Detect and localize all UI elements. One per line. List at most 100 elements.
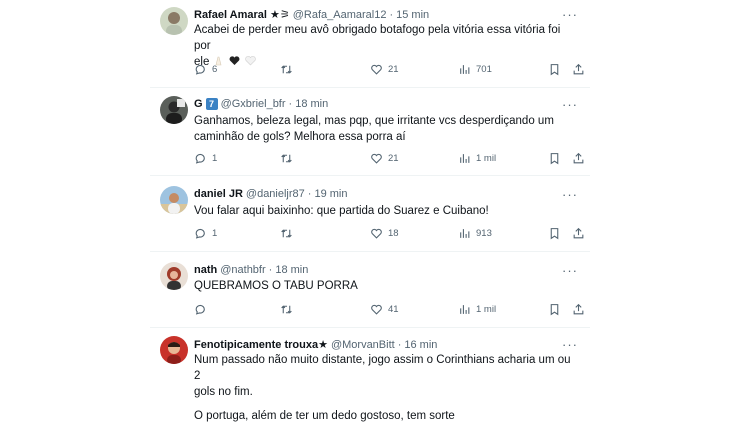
separator-dot: · — [397, 338, 402, 351]
reply-icon — [195, 64, 205, 75]
views-button[interactable]: 913 — [458, 227, 492, 240]
separator-dot: · — [288, 98, 293, 110]
user-handle[interactable]: @Gxbriel_bfr — [221, 98, 286, 110]
share-icon — [573, 152, 584, 164]
user-handle[interactable]: @nathbfr — [220, 264, 265, 276]
reply-button[interactable]: 1 — [194, 227, 217, 240]
retweet-icon — [281, 305, 292, 314]
separator-dot: · — [268, 264, 273, 276]
tweet[interactable]: daniel JR @danieljr87 · 19 min ··· Vou f… — [150, 176, 590, 252]
views-button[interactable]: 1 mil — [458, 152, 496, 165]
tweet-text-line: Ganhamos, beleza legal, mas pqp, que irr… — [194, 115, 554, 127]
timestamp[interactable]: 16 min — [404, 339, 437, 351]
bookmark-button[interactable] — [548, 227, 561, 240]
retweet-icon — [281, 154, 292, 163]
tweet-text: QUEBRAMOS O TABU PORRA — [194, 278, 574, 294]
timestamp[interactable]: 18 min — [295, 98, 328, 110]
tweet-feed: Rafael Amaral ★⚞ @Rafa_Aamaral12 · 15 mi… — [150, 0, 590, 422]
display-name[interactable]: daniel JR — [194, 188, 243, 200]
heart-icon — [371, 228, 382, 239]
tweet-text-line: Vou falar aqui baixinho: que partida do … — [194, 205, 489, 217]
retweet-icon — [281, 229, 292, 238]
more-options-button[interactable]: ··· — [562, 188, 578, 201]
bookmark-icon — [550, 153, 559, 165]
timestamp[interactable]: 18 min — [275, 264, 308, 276]
tweet[interactable]: Fenotipicamente trouxa★ @MorvanBitt · 16… — [150, 328, 590, 422]
reply-count: 1 — [212, 153, 218, 164]
share-icon — [573, 303, 584, 315]
bookmark-button[interactable] — [548, 303, 561, 316]
tweet-header: nath @nathbfr · 18 min — [194, 264, 308, 276]
reply-icon — [195, 228, 205, 239]
more-options-button[interactable]: ··· — [562, 8, 578, 21]
like-button[interactable]: 21 — [370, 63, 399, 76]
reply-button[interactable]: 6 — [194, 63, 217, 76]
share-icon — [573, 227, 584, 239]
tweet-text: Vou falar aqui baixinho: que partida do … — [194, 203, 574, 219]
tweet[interactable]: nath @nathbfr · 18 min ··· QUEBRAMOS O T… — [150, 252, 590, 328]
avatar[interactable] — [160, 7, 188, 35]
tweet-actions: 1 21 1 mil — [194, 152, 584, 168]
bookmark-icon — [550, 64, 559, 76]
tweet[interactable]: G 7 @Gxbriel_bfr · 18 min ··· Ganhamos, … — [150, 88, 590, 176]
reply-icon — [195, 304, 205, 315]
retweet-button[interactable] — [280, 303, 298, 316]
like-button[interactable]: 18 — [370, 227, 399, 240]
share-button[interactable] — [572, 63, 585, 76]
share-button[interactable] — [572, 152, 585, 165]
views-button[interactable]: 1 mil — [458, 303, 496, 316]
avatar[interactable] — [160, 96, 188, 124]
tweet-actions: 1 18 913 — [194, 227, 584, 243]
bookmark-button[interactable] — [548, 63, 561, 76]
display-name[interactable]: Rafael Amaral ★⚞ — [194, 8, 290, 21]
like-button[interactable]: 21 — [370, 152, 399, 165]
bookmark-button[interactable] — [548, 152, 561, 165]
more-options-button[interactable]: ··· — [562, 338, 578, 351]
user-handle[interactable]: @MorvanBitt — [331, 339, 395, 351]
reply-button[interactable] — [194, 303, 212, 316]
tweet[interactable]: Rafael Amaral ★⚞ @Rafa_Aamaral12 · 15 mi… — [150, 0, 590, 88]
retweet-icon — [281, 65, 292, 74]
retweet-button[interactable] — [280, 152, 298, 165]
tweet-header: G 7 @Gxbriel_bfr · 18 min — [194, 98, 328, 110]
views-chart-icon — [460, 154, 470, 163]
tweet-header: daniel JR @danieljr87 · 19 min — [194, 188, 347, 200]
more-options-button[interactable]: ··· — [562, 98, 578, 111]
retweet-button[interactable] — [280, 227, 298, 240]
user-handle[interactable]: @Rafa_Aamaral12 — [293, 9, 387, 21]
like-count: 21 — [388, 64, 399, 75]
tweet-header: Rafael Amaral ★⚞ @Rafa_Aamaral12 · 15 mi… — [194, 8, 429, 22]
view-count: 701 — [476, 64, 492, 75]
tweet-text: Ganhamos, beleza legal, mas pqp, que irr… — [194, 113, 574, 145]
heart-icon — [371, 304, 382, 315]
tweet-text-line: caminhão de gols? Melhora essa porra aí — [194, 131, 406, 143]
display-name[interactable]: Fenotipicamente trouxa★ — [194, 338, 328, 351]
avatar[interactable] — [160, 186, 188, 214]
like-button[interactable]: 41 — [370, 303, 399, 316]
display-name[interactable]: nath — [194, 264, 217, 276]
user-handle[interactable]: @danieljr87 — [246, 188, 305, 200]
reply-icon — [195, 153, 205, 164]
like-count: 41 — [388, 304, 399, 315]
tweet-text-line: Acabei de perder meu avô obrigado botafo… — [194, 24, 561, 52]
share-icon — [573, 63, 584, 75]
tweet-header: Fenotipicamente trouxa★ @MorvanBitt · 16… — [194, 338, 437, 352]
timestamp[interactable]: 15 min — [396, 9, 429, 21]
views-chart-icon — [460, 229, 470, 238]
heart-icon — [371, 153, 382, 164]
retweet-button[interactable] — [280, 63, 298, 76]
timestamp[interactable]: 19 min — [314, 188, 347, 200]
share-button[interactable] — [572, 227, 585, 240]
share-button[interactable] — [572, 303, 585, 316]
bookmark-icon — [550, 304, 559, 316]
views-button[interactable]: 701 — [458, 63, 492, 76]
tweet-text: Num passado não muito distante, jogo ass… — [194, 352, 574, 424]
avatar[interactable] — [160, 336, 188, 364]
display-name[interactable]: G — [194, 98, 203, 110]
avatar[interactable] — [160, 262, 188, 290]
view-count: 913 — [476, 228, 492, 239]
more-options-button[interactable]: ··· — [562, 264, 578, 277]
reply-button[interactable]: 1 — [194, 152, 217, 165]
name-badge: 7 — [205, 98, 218, 110]
views-chart-icon — [460, 305, 470, 314]
